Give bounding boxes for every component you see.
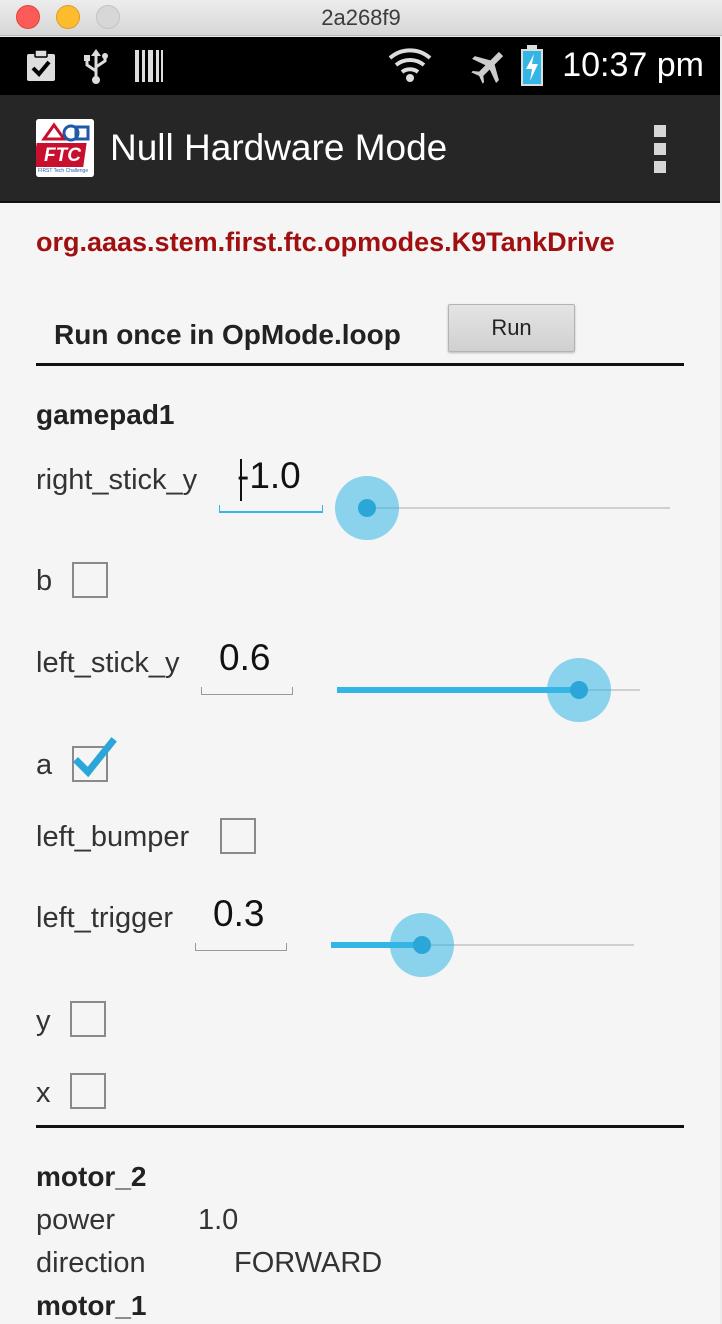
close-window-button[interactable] (16, 5, 40, 29)
motor-2-direction-label: direction (36, 1247, 146, 1279)
left-trigger-slider[interactable] (331, 913, 636, 977)
window-title-bar: 2a268f9 (0, 0, 722, 36)
right-stick-y-label: right_stick_y (36, 464, 198, 496)
b-label: b (36, 565, 53, 597)
x-label: x (36, 1077, 51, 1109)
app-title: Null Hardware Mode (110, 127, 448, 168)
y-label: y (36, 1005, 51, 1037)
status-time: 10:37 pm (562, 46, 704, 84)
left-bumper-checkbox[interactable] (220, 818, 256, 854)
motor-2-title: motor_2 (36, 1161, 147, 1192)
motor-2-power-label: power (36, 1204, 115, 1236)
a-checkbox[interactable] (72, 737, 117, 782)
motor-2-direction-value: FORWARD (234, 1247, 383, 1279)
usb-icon (84, 49, 108, 84)
ftc-logo: FTC FIRST Tech Challenge (36, 119, 94, 177)
left-stick-y-input[interactable]: 0.6 (201, 635, 293, 695)
x-checkbox[interactable] (70, 1073, 106, 1109)
action-bar: FTC FIRST Tech Challenge Null Hardware M… (0, 95, 720, 203)
right-stick-y-value: -1.0 (237, 455, 301, 496)
b-checkbox[interactable] (72, 562, 108, 598)
airplane-icon (471, 51, 504, 84)
left-trigger-label: left_trigger (36, 902, 174, 934)
section-divider (36, 363, 684, 366)
motor-2-power-value: 1.0 (198, 1204, 239, 1236)
left-bumper-label: left_bumper (36, 821, 190, 853)
main-content: org.aaas.stem.first.ftc.opmodes.K9TankDr… (0, 203, 720, 1324)
right-stick-y-slider[interactable] (335, 476, 672, 540)
y-checkbox[interactable] (70, 1001, 106, 1037)
battery-charging-icon (521, 45, 543, 86)
minimize-window-button[interactable] (56, 5, 80, 29)
gamepad-title: gamepad1 (36, 399, 175, 430)
status-bar: 10:37 pm (0, 37, 720, 95)
a-label: a (36, 749, 53, 781)
barcode-icon (135, 50, 163, 82)
wifi-icon (388, 48, 432, 82)
zoom-window-button[interactable] (96, 5, 120, 29)
run-button[interactable]: Run (448, 304, 575, 352)
left-stick-y-slider[interactable] (337, 658, 642, 722)
right-stick-y-input[interactable]: -1.0 (219, 453, 323, 513)
window-title: 2a268f9 (321, 4, 401, 30)
left-trigger-input[interactable]: 0.3 (195, 891, 287, 951)
ftc-logo-subtext: FIRST Tech Challenge (38, 168, 89, 174)
left-trigger-value: 0.3 (213, 893, 265, 934)
left-stick-y-label: left_stick_y (36, 647, 180, 679)
overflow-menu-icon[interactable] (654, 125, 668, 173)
run-once-label: Run once in OpMode.loop (54, 319, 401, 350)
ftc-logo-text: FTC (44, 145, 81, 166)
left-stick-y-value: 0.6 (219, 637, 271, 678)
opmode-name: org.aaas.stem.first.ftc.opmodes.K9TankDr… (36, 227, 615, 257)
section-divider (36, 1125, 684, 1128)
checkmark-icon (73, 737, 117, 778)
clipboard-check-icon (27, 49, 55, 81)
motor-1-title: motor_1 (36, 1290, 147, 1321)
